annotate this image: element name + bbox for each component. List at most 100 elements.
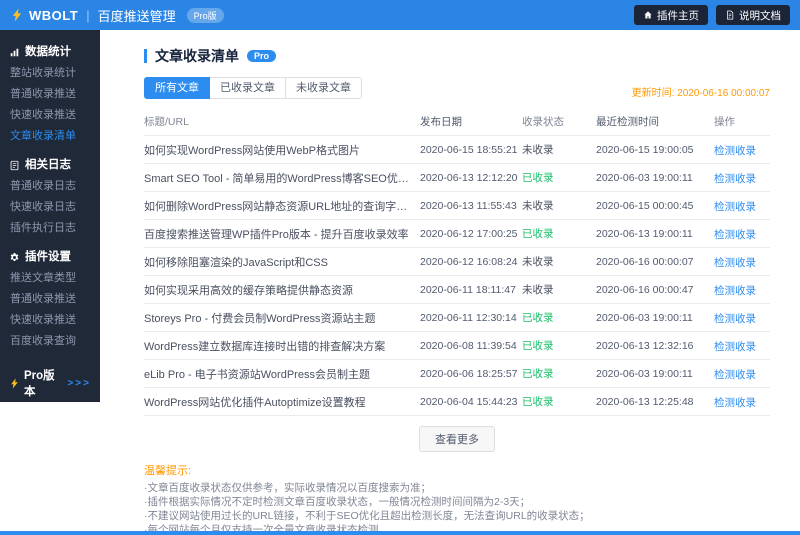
docs-button[interactable]: 说明文档 <box>716 5 790 25</box>
title-pro-badge: Pro <box>247 50 277 62</box>
log-icon <box>9 160 20 171</box>
check-index-link[interactable]: 检测收录 <box>714 257 756 269</box>
index-status: 已收录 <box>522 394 596 409</box>
last-checked-time: 2020-06-03 19:00:11 <box>596 171 693 184</box>
status-badge: 已收录 <box>522 368 554 380</box>
sidebar-item[interactable]: 普通收录日志 <box>0 176 100 197</box>
chevrons-right-icon: >>> <box>67 377 91 389</box>
last-checked-time: 2020-06-13 12:25:48 <box>596 395 694 408</box>
table-body: 如何实现WordPress网站使用WebP格式图片 2020-06-15 18:… <box>144 136 770 416</box>
sidebar-item[interactable]: 快速收录推送 <box>0 105 100 126</box>
check-index-link[interactable]: 检测收录 <box>714 341 756 353</box>
page-title-row: 文章收录清单 Pro <box>144 48 770 64</box>
filter-tabs: 所有文章 已收录文章 未收录文章 <box>144 77 362 99</box>
sidebar-item[interactable]: 文章收录清单 <box>0 126 100 147</box>
lightning-icon <box>9 377 20 389</box>
tip-item: 不建议网站使用过长的URL链接，不利于SEO优化且超出检测长度，无法查询URL的… <box>144 509 770 523</box>
publish-date: 2020-06-13 12:12:20 <box>420 171 518 184</box>
post-title-link[interactable]: WordPress建立数据库连接时出错的排查解决方案 <box>144 338 410 354</box>
sidebar-section: 插件设置 推送文章类型 普通收录推送 快速收录推送 百度收录查询 <box>0 247 100 352</box>
status-badge: 未收录 <box>522 200 554 212</box>
sidebar-item[interactable]: 推送文章类型 <box>0 268 100 289</box>
check-index-link[interactable]: 检测收录 <box>714 229 756 241</box>
filter-tab[interactable]: 所有文章 <box>144 77 210 99</box>
last-checked-time: 2020-06-15 00:00:45 <box>596 199 694 212</box>
docs-label: 说明文档 <box>739 9 781 22</box>
post-title-link[interactable]: WordPress网站优化插件Autoptimize设置教程 <box>144 394 410 410</box>
post-title-link[interactable]: 如何删除WordPress网站静态资源URL地址的查询字符串 <box>144 198 410 214</box>
post-title-link[interactable]: eLib Pro - 电子书资源站WordPress会员制主题 <box>144 366 410 382</box>
sidebar-section-label: 相关日志 <box>25 159 71 171</box>
check-index-link[interactable]: 检测收录 <box>714 313 756 325</box>
post-title-link[interactable]: 如何移除阻塞渲染的JavaScript和CSS <box>144 254 410 270</box>
last-checked-time: 2020-06-16 00:00:07 <box>596 255 694 268</box>
tip-item: 文章百度收录状态仅供参考，实际收录情况以百度搜索为准； <box>144 481 770 495</box>
table-row: 如何移除阻塞渲染的JavaScript和CSS 2020-06-12 16:08… <box>144 248 770 276</box>
sidebar-pro-link[interactable]: Pro版本 >>> <box>0 360 100 406</box>
doc-icon <box>725 10 735 20</box>
sidebar-item[interactable]: 普通收录推送 <box>0 289 100 310</box>
tips-list: 文章百度收录状态仅供参考，实际收录情况以百度搜索为准；插件根据实际情况不定时检测… <box>144 481 770 531</box>
index-status: 已收录 <box>522 310 596 325</box>
sidebar-item[interactable]: 普通收录推送 <box>0 84 100 105</box>
sidebar: 数据统计 整站收录统计 普通收录推送 快速收录推送 文章收录清单 相关日志 普通… <box>0 30 100 402</box>
check-index-link[interactable]: 检测收录 <box>714 145 756 157</box>
publish-date: 2020-06-15 18:55:21 <box>420 143 518 156</box>
last-checked-time: 2020-06-15 19:00:05 <box>596 143 694 156</box>
publish-date: 2020-06-06 18:25:57 <box>420 367 518 380</box>
sidebar-section-items: 推送文章类型 普通收录推送 快速收录推送 百度收录查询 <box>0 268 100 352</box>
brand: WBOLT | 百度推送管理 Pro版 <box>10 6 224 25</box>
check-index-link[interactable]: 检测收录 <box>714 397 756 409</box>
publish-date: 2020-06-12 17:00:25 <box>420 227 518 240</box>
sidebar-item[interactable]: 快速收录日志 <box>0 197 100 218</box>
publish-date: 2020-06-08 11:39:54 <box>420 339 517 352</box>
filter-tab[interactable]: 已收录文章 <box>209 77 286 99</box>
post-title-link[interactable]: 如何实现WordPress网站使用WebP格式图片 <box>144 142 410 158</box>
sidebar-item[interactable]: 整站收录统计 <box>0 63 100 84</box>
table-header-row: 标题/URL 发布日期 收录状态 最近检测时间 操作 <box>144 109 770 136</box>
post-title-link[interactable]: 如何实现采用高效的缓存策略提供静态资源 <box>144 282 410 298</box>
last-checked-time: 2020-06-03 19:00:11 <box>596 311 693 324</box>
post-title-link[interactable]: 百度搜索推送管理WP插件Pro版本 - 提升百度收录效率 <box>144 226 410 242</box>
filter-tab[interactable]: 未收录文章 <box>285 77 362 99</box>
sidebar-section-title: 相关日志 <box>0 155 100 176</box>
gear-icon <box>9 252 20 263</box>
toolbar-row: 所有文章 已收录文章 未收录文章 更新时间: 2020-06-16 00:00:07 <box>144 77 770 99</box>
sidebar-sections: 数据统计 整站收录统计 普通收录推送 快速收录推送 文章收录清单 相关日志 普通… <box>0 42 100 352</box>
load-more-button[interactable]: 查看更多 <box>419 426 495 452</box>
index-status: 已收录 <box>522 366 596 381</box>
check-index-link[interactable]: 检测收录 <box>714 173 756 185</box>
tips-title: 温馨提示: <box>144 465 192 477</box>
sidebar-section-items: 整站收录统计 普通收录推送 快速收录推送 文章收录清单 <box>0 63 100 147</box>
check-index-link[interactable]: 检测收录 <box>714 201 756 213</box>
tip-item: 插件根据实际情况不定时检测文章百度收录状态，一般情况检测时间间隔为2-3天； <box>144 495 770 509</box>
tips-section: 温馨提示: 文章百度收录状态仅供参考，实际收录情况以百度搜索为准；插件根据实际情… <box>144 464 770 531</box>
sidebar-section-title: 数据统计 <box>0 42 100 63</box>
post-title-link[interactable]: Smart SEO Tool - 简单易用的WordPress博客SEO优化插件 <box>144 170 410 186</box>
status-badge: 未收录 <box>522 256 554 268</box>
table-row: 百度搜索推送管理WP插件Pro版本 - 提升百度收录效率 2020-06-12 … <box>144 220 770 248</box>
sidebar-item[interactable]: 快速收录推送 <box>0 310 100 331</box>
main-content: 文章收录清单 Pro 所有文章 已收录文章 未收录文章 更新时间: 2020-06-… <box>100 30 800 531</box>
last-checked-time: 2020-06-13 12:32:16 <box>596 339 694 352</box>
check-index-link[interactable]: 检测收录 <box>714 285 756 297</box>
sidebar-section: 数据统计 整站收录统计 普通收录推送 快速收录推送 文章收录清单 <box>0 42 100 147</box>
index-status: 已收录 <box>522 226 596 241</box>
table-row: Storeys Pro - 付费会员制WordPress资源站主题 2020-0… <box>144 304 770 332</box>
post-title-link[interactable]: Storeys Pro - 付费会员制WordPress资源站主题 <box>144 310 410 326</box>
publish-date: 2020-06-12 16:08:24 <box>420 255 518 268</box>
check-index-link[interactable]: 检测收录 <box>714 369 756 381</box>
publish-date: 2020-06-11 18:11:47 <box>420 283 516 296</box>
home-icon <box>643 10 653 20</box>
status-badge: 未收录 <box>522 144 554 156</box>
table-row: eLib Pro - 电子书资源站WordPress会员制主题 2020-06-… <box>144 360 770 388</box>
index-status: 未收录 <box>522 198 596 213</box>
sidebar-item[interactable]: 插件执行日志 <box>0 218 100 239</box>
index-status: 未收录 <box>522 254 596 269</box>
last-checked-time: 2020-06-13 19:00:11 <box>596 227 693 240</box>
sidebar-item[interactable]: 百度收录查询 <box>0 331 100 352</box>
index-status: 已收录 <box>522 338 596 353</box>
page-title: 文章收录清单 <box>155 48 239 64</box>
plugin-home-button[interactable]: 插件主页 <box>634 5 708 25</box>
status-badge: 已收录 <box>522 340 554 352</box>
